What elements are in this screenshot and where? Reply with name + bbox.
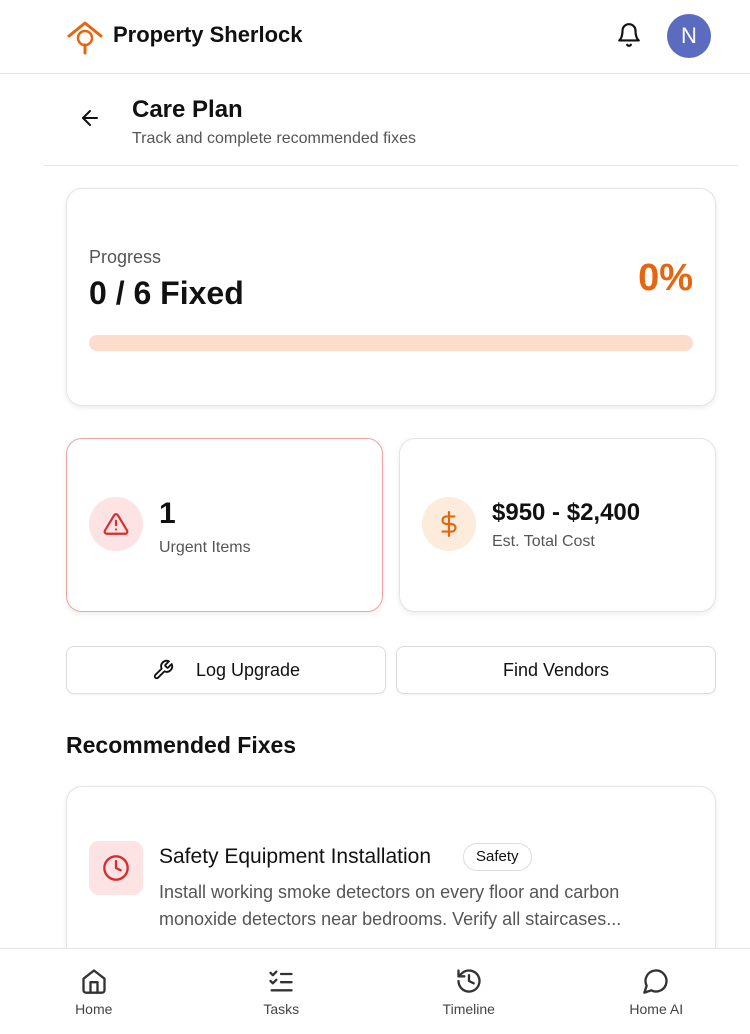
nav-timeline-label: Timeline <box>442 1001 495 1017</box>
recommended-fixes-heading: Recommended Fixes <box>66 732 297 758</box>
nav-timeline[interactable]: Timeline <box>375 949 563 1034</box>
dollar-icon <box>441 511 457 537</box>
page-header: Care Plan Track and complete recommended… <box>44 74 738 166</box>
page-title: Care Plan <box>132 96 243 123</box>
fix-description: Install working smoke detectors on every… <box>159 882 622 929</box>
back-arrow-icon[interactable] <box>78 106 102 130</box>
home-icon <box>82 969 106 994</box>
nav-tasks-label: Tasks <box>263 1001 300 1017</box>
cost-range: $950 - $2,400 <box>492 499 641 526</box>
top-bar: Property Sherlock N <box>0 0 750 74</box>
find-vendors-button[interactable]: Find Vendors <box>396 646 716 694</box>
progress-value: 0 / 6 Fixed <box>89 275 244 311</box>
history-icon <box>457 969 481 993</box>
progress-card: Progress 0 / 6 Fixed 0% <box>66 188 716 406</box>
user-avatar[interactable]: N <box>667 14 711 58</box>
bottom-navigation: Home Tasks Timeline Home AI <box>0 948 750 1034</box>
nav-tasks[interactable]: Tasks <box>188 949 376 1034</box>
nav-home[interactable]: Home <box>0 949 188 1034</box>
fix-title: Safety Equipment Installation <box>159 845 431 868</box>
logo-icon <box>67 21 103 55</box>
page-subtitle: Track and complete recommended fixes <box>132 130 416 147</box>
cost-label: Est. Total Cost <box>492 533 595 550</box>
wrench-icon <box>153 659 174 680</box>
clock-icon <box>103 855 129 881</box>
progress-bar <box>89 335 693 351</box>
brand-name: Property Sherlock <box>113 22 303 47</box>
urgent-label: Urgent Items <box>159 539 251 556</box>
nav-home-label: Home <box>75 1001 113 1017</box>
warning-icon <box>103 513 129 535</box>
nav-home-ai[interactable]: Home AI <box>563 949 750 1034</box>
find-vendors-label: Find Vendors <box>502 659 610 680</box>
tasks-icon <box>269 970 293 992</box>
clock-icon-wrapper <box>89 841 143 895</box>
progress-percent: 0% <box>638 257 693 299</box>
warning-icon-wrapper <box>89 497 143 551</box>
nav-home-ai-label: Home AI <box>629 1001 684 1017</box>
log-upgrade-button[interactable]: Log Upgrade <box>66 646 386 694</box>
urgent-items-card[interactable]: 1 Urgent Items <box>66 438 383 612</box>
progress-label: Progress <box>89 247 162 267</box>
notifications-bell-icon[interactable] <box>616 22 642 48</box>
dollar-icon-wrapper <box>422 497 476 551</box>
category-badge: Safety <box>463 843 532 871</box>
estimated-cost-card[interactable]: $950 - $2,400 Est. Total Cost <box>399 438 716 612</box>
log-upgrade-label: Log Upgrade <box>195 659 301 680</box>
chat-icon <box>643 969 668 994</box>
urgent-count: 1 <box>159 497 176 530</box>
